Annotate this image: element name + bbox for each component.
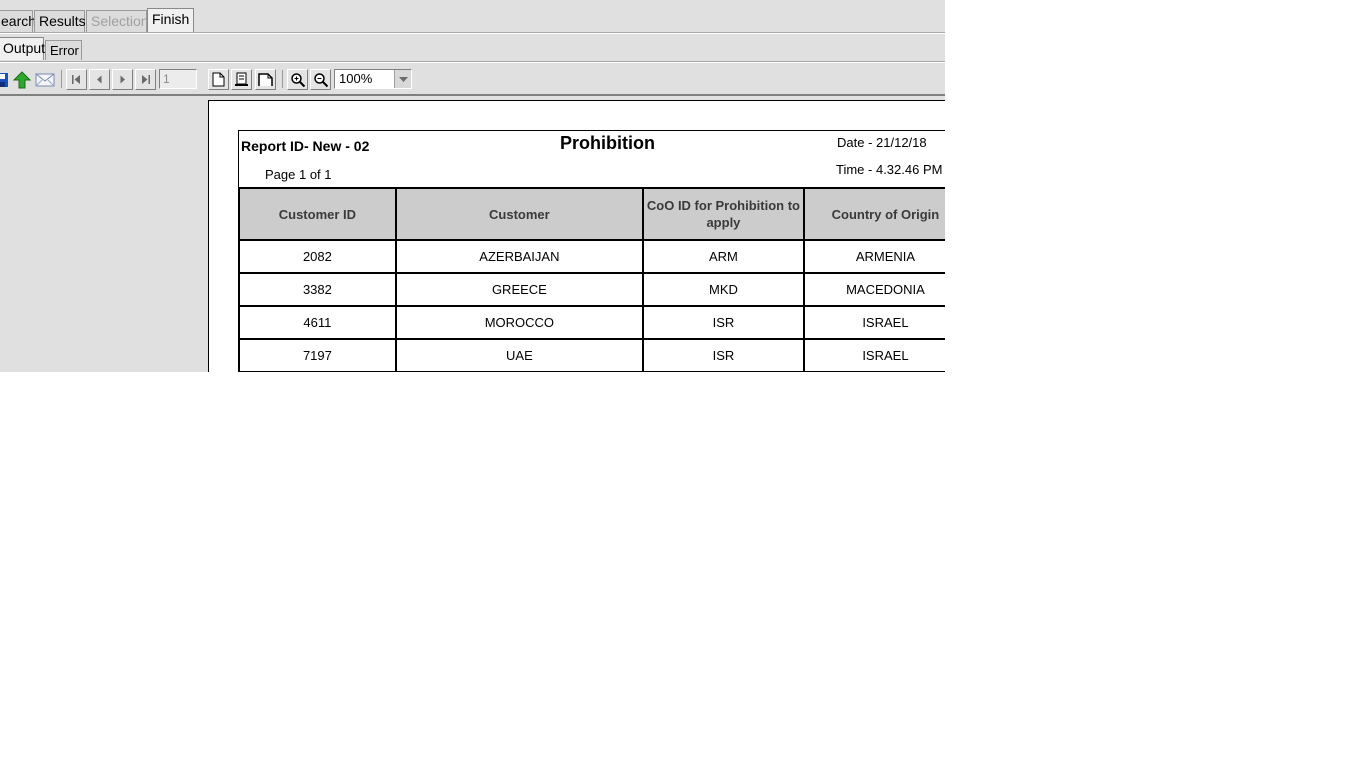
- column-header-country-of-origin: Country of Origin: [802, 187, 945, 241]
- cell-country-of-origin: ISRAEL: [802, 338, 945, 372]
- toolbar-separator: [61, 70, 62, 88]
- tab-strip-highlight: [0, 33, 945, 34]
- page-width-icon[interactable]: [231, 69, 252, 90]
- last-page-icon[interactable]: [135, 69, 156, 90]
- toolbar-separator: [282, 70, 283, 88]
- page-number-input[interactable]: 1: [159, 69, 197, 89]
- report-frame-line: [238, 130, 945, 131]
- column-header-coo-id: CoO ID for Prohibition to apply: [641, 187, 805, 241]
- subtab-strip-highlight: [0, 62, 945, 63]
- column-header-customer: Customer: [394, 187, 644, 241]
- cell-country-of-origin: MACEDONIA: [802, 272, 945, 307]
- viewer-border: [0, 94, 945, 96]
- previous-page-icon[interactable]: [89, 69, 110, 90]
- report-date: Date - 21/12/18: [837, 135, 927, 150]
- report-title: Prohibition: [560, 133, 655, 153]
- cell-customer: AZERBAIJAN: [394, 239, 644, 274]
- column-header-customer-id: Customer ID: [238, 187, 397, 241]
- cell-country-of-origin: ARMENIA: [802, 239, 945, 274]
- report-viewer-window: earch Results Selection Finish Output Er…: [0, 0, 945, 372]
- table-row: 3382 GREECE MKD MACEDONIA: [238, 272, 945, 307]
- cell-customer: UAE: [394, 338, 644, 372]
- report-frame-line: [238, 130, 239, 187]
- table-row: 7197 UAE ISR ISRAEL: [238, 338, 945, 372]
- cell-coo-id: ISR: [641, 305, 805, 340]
- export-icon[interactable]: [11, 69, 32, 90]
- zoom-out-icon[interactable]: [310, 69, 331, 90]
- tab-output[interactable]: Output: [0, 37, 45, 60]
- table-header-row: Customer ID Customer CoO ID for Prohibit…: [238, 187, 945, 241]
- first-page-icon[interactable]: [66, 69, 87, 90]
- email-icon[interactable]: [34, 69, 55, 90]
- zoom-value: 100%: [339, 71, 373, 86]
- cell-customer: GREECE: [394, 272, 644, 307]
- tab-selection: Selection: [86, 10, 149, 32]
- report-id-label: Report ID- New - 02: [241, 138, 370, 154]
- report-page: Report ID- New - 02 Prohibition Date - 2…: [208, 100, 945, 372]
- tab-error[interactable]: Error: [45, 40, 82, 60]
- chevron-down-icon[interactable]: [394, 70, 411, 88]
- whole-page-icon[interactable]: [255, 69, 276, 90]
- tab-results[interactable]: Results: [34, 10, 86, 32]
- report-toolbar: [0, 64, 945, 94]
- report-page-count: Page 1 of 1: [265, 167, 332, 182]
- cell-coo-id: ISR: [641, 338, 805, 372]
- cell-customer: MOROCCO: [394, 305, 644, 340]
- prohibition-table: Customer ID Customer CoO ID for Prohibit…: [238, 187, 945, 372]
- table-row: 4611 MOROCCO ISR ISRAEL: [238, 305, 945, 340]
- zoom-in-icon[interactable]: [287, 69, 308, 90]
- cell-coo-id: ARM: [641, 239, 805, 274]
- cell-customer-id: 7197: [238, 338, 397, 372]
- cell-customer-id: 3382: [238, 272, 397, 307]
- save-icon[interactable]: [0, 69, 11, 90]
- cell-customer-id: 2082: [238, 239, 397, 274]
- next-page-icon[interactable]: [112, 69, 133, 90]
- cell-country-of-origin: ISRAEL: [802, 305, 945, 340]
- cell-customer-id: 4611: [238, 305, 397, 340]
- tab-search[interactable]: earch: [0, 10, 36, 32]
- zoom-select[interactable]: 100%: [334, 69, 412, 89]
- cell-coo-id: MKD: [641, 272, 805, 307]
- tab-finish[interactable]: Finish: [147, 8, 194, 32]
- single-page-icon[interactable]: [208, 69, 229, 90]
- table-row: 2082 AZERBAIJAN ARM ARMENIA: [238, 239, 945, 274]
- report-time: Time - 4.32.46 PM: [836, 162, 943, 177]
